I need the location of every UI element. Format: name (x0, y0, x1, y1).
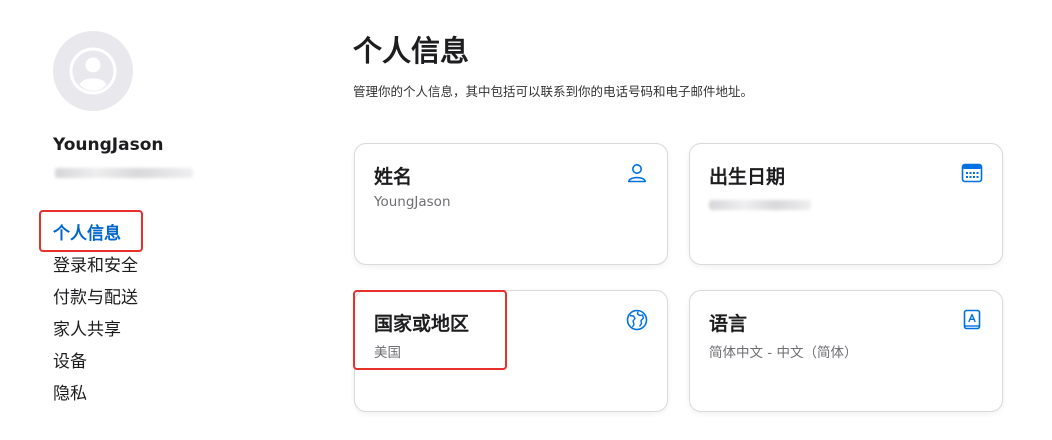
calendar-icon (961, 163, 983, 183)
sidebar-item-sign-in-security[interactable]: 登录和安全 (53, 254, 138, 286)
sidebar-item-payment-shipping[interactable]: 付款与配送 (53, 286, 138, 318)
sidebar-item-devices[interactable]: 设备 (53, 350, 138, 382)
sidebar-nav: 个人信息 登录和安全 付款与配送 家人共享 设备 隐私 (53, 222, 138, 414)
card-country-title: 国家或地区 (374, 313, 470, 335)
user-silhouette-icon (69, 47, 117, 95)
page-description: 管理你的个人信息，其中包括可以联系到你的电话号码和电子邮件地址。 (353, 84, 754, 99)
globe-icon (626, 309, 648, 331)
card-name[interactable]: 姓名 YoungJason (354, 143, 668, 265)
redacted-email (55, 168, 193, 178)
sidebar-item-personal-info[interactable]: 个人信息 (53, 222, 138, 254)
redacted-birthday (709, 200, 811, 210)
card-name-value: YoungJason (374, 194, 451, 210)
card-name-title: 姓名 (374, 166, 413, 188)
sidebar-item-privacy[interactable]: 隐私 (53, 382, 138, 414)
card-birthday[interactable]: 出生日期 (689, 143, 1003, 265)
book-icon (963, 309, 981, 330)
sidebar: YoungJason 个人信息 登录和安全 付款与配送 家人共享 设备 隐私 (0, 0, 300, 440)
card-language[interactable]: 语言 简体中文 - 中文（简体） (689, 290, 1003, 412)
card-country-region[interactable]: 国家或地区 美国 (354, 290, 668, 412)
card-language-value: 简体中文 - 中文（简体） (709, 345, 858, 361)
profile-name: YoungJason (53, 135, 164, 155)
card-birthday-title: 出生日期 (709, 166, 786, 188)
person-icon (628, 164, 646, 183)
sidebar-item-family-sharing[interactable]: 家人共享 (53, 318, 138, 350)
avatar[interactable] (53, 31, 133, 111)
card-country-value: 美国 (374, 345, 401, 361)
card-language-title: 语言 (709, 313, 748, 335)
page-title: 个人信息 (353, 34, 470, 68)
